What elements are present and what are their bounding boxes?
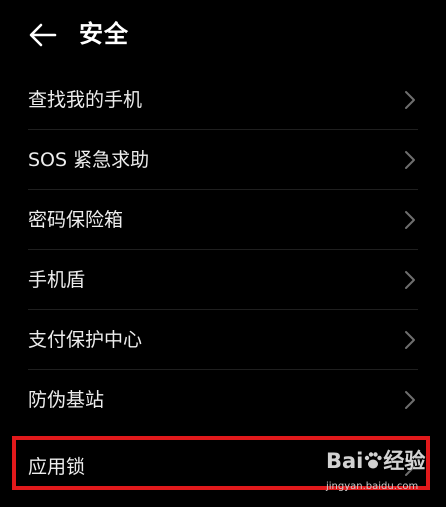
menu-item-fake-base-station[interactable]: 防伪基站	[28, 370, 418, 430]
menu-item-sos[interactable]: SOS 紧急求助	[28, 130, 418, 190]
arrow-left-icon[interactable]	[28, 21, 58, 49]
menu-item-label: 应用锁	[28, 456, 86, 478]
settings-list: 查找我的手机 SOS 紧急求助 密码保险箱 手机盾 支付保护中心 防伪基站	[0, 70, 446, 430]
watermark-logo-right: 经验	[383, 449, 426, 473]
watermark-logo-left: Bai	[326, 449, 364, 473]
menu-item-label: 密码保险箱	[28, 209, 124, 231]
menu-item-payment-protection[interactable]: 支付保护中心	[28, 310, 418, 370]
watermark-url: jingyan.baidu.com	[326, 481, 419, 492]
chevron-right-icon	[405, 211, 415, 229]
app-header: 安全	[0, 0, 446, 70]
watermark-logo: Bai 经验	[326, 449, 425, 473]
chevron-right-icon	[405, 271, 415, 289]
baidu-watermark: Bai 经验 jingyan.baidu.com	[326, 449, 436, 497]
menu-item-label: SOS 紧急求助	[28, 149, 150, 171]
menu-item-label: 手机盾	[28, 269, 86, 291]
page-title: 安全	[79, 20, 129, 48]
chevron-right-icon	[405, 391, 415, 409]
chevron-right-icon	[405, 151, 415, 169]
chevron-right-icon	[405, 91, 415, 109]
menu-item-phone-shield[interactable]: 手机盾	[28, 250, 418, 310]
paw-icon	[365, 452, 383, 469]
menu-item-password-vault[interactable]: 密码保险箱	[28, 190, 418, 250]
chevron-right-icon	[405, 331, 415, 349]
menu-item-find-my-phone[interactable]: 查找我的手机	[28, 70, 418, 130]
menu-item-label: 查找我的手机	[28, 89, 143, 111]
menu-item-label: 支付保护中心	[28, 329, 143, 351]
menu-item-label: 防伪基站	[28, 389, 105, 411]
